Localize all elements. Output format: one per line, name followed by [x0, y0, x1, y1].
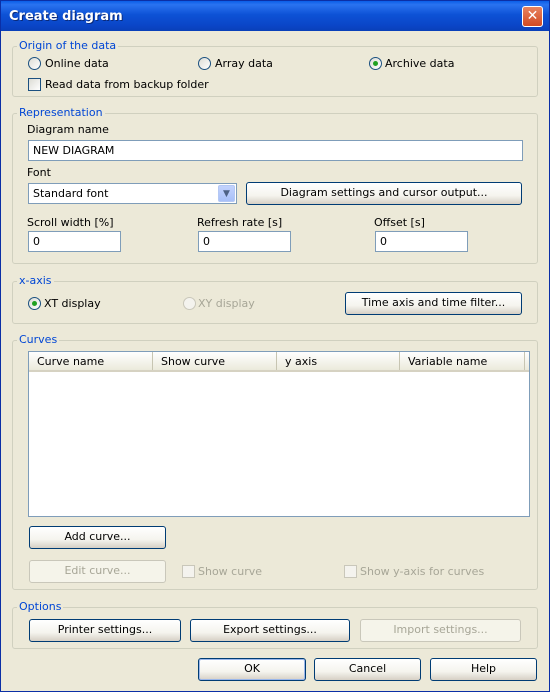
column-header-curve-name[interactable]: Curve name	[29, 352, 153, 370]
xt-display-radio[interactable]	[28, 297, 41, 310]
time-axis-button[interactable]: Time axis and time filter...	[345, 292, 522, 315]
curves-list[interactable]: Curve name Show curve y axis Variable na…	[28, 351, 530, 517]
diagram-name-label: Diagram name	[27, 123, 109, 136]
backup-folder-checkbox[interactable]	[28, 78, 41, 91]
array-data-label[interactable]: Array data	[215, 57, 273, 70]
representation-legend: Representation	[17, 106, 105, 119]
array-data-radio[interactable]	[198, 57, 211, 70]
scroll-width-input[interactable]: 0	[28, 231, 121, 252]
representation-group: Representation Diagram name NEW DIAGRAM …	[12, 106, 538, 264]
online-data-label[interactable]: Online data	[45, 57, 109, 70]
create-diagram-dialog: Create diagram ✕ Origin of the data Onli…	[0, 0, 550, 692]
refresh-rate-label: Refresh rate [s]	[197, 216, 283, 229]
help-button[interactable]: Help	[430, 658, 537, 681]
column-header-y-axis[interactable]: y axis	[277, 352, 400, 370]
origin-legend: Origin of the data	[17, 39, 119, 52]
cancel-button[interactable]: Cancel	[314, 658, 421, 681]
diagram-name-input[interactable]: NEW DIAGRAM	[28, 140, 523, 161]
add-curve-button[interactable]: Add curve...	[29, 526, 166, 549]
printer-settings-button[interactable]: Printer settings...	[29, 619, 181, 642]
xt-display-label[interactable]: XT display	[44, 297, 101, 310]
show-curve-checkbox[interactable]	[182, 565, 195, 578]
xy-display-radio[interactable]	[183, 297, 196, 310]
title-bar[interactable]: Create diagram ✕	[1, 1, 549, 31]
backup-folder-label[interactable]: Read data from backup folder	[45, 78, 209, 91]
online-data-radio[interactable]	[28, 57, 41, 70]
column-header-variable-name[interactable]: Variable name	[400, 352, 525, 370]
archive-data-label[interactable]: Archive data	[385, 57, 454, 70]
curves-group: Curves Curve name Show curve y axis Vari…	[12, 333, 538, 590]
options-group: Options Printer settings... Export setti…	[12, 600, 538, 649]
refresh-rate-input[interactable]: 0	[198, 231, 291, 252]
x-axis-legend: x-axis	[17, 274, 54, 287]
show-y-axis-label[interactable]: Show y-axis for curves	[360, 565, 484, 578]
scroll-width-label: Scroll width [%]	[27, 216, 114, 229]
chevron-down-icon[interactable]: ▼	[218, 185, 235, 202]
origin-group: Origin of the data Online data Array dat…	[12, 39, 538, 97]
export-settings-button[interactable]: Export settings...	[190, 619, 350, 642]
font-select-value: Standard font	[33, 187, 109, 200]
font-label: Font	[27, 166, 51, 179]
edit-curve-button[interactable]: Edit curve...	[29, 560, 166, 583]
close-icon: ✕	[526, 8, 539, 24]
curves-list-header: Curve name Show curve y axis Variable na…	[29, 352, 529, 372]
offset-input[interactable]: 0	[375, 231, 468, 252]
column-header-show-curve[interactable]: Show curve	[153, 352, 277, 370]
xy-display-label[interactable]: XY display	[198, 297, 255, 310]
window-title: Create diagram	[9, 9, 123, 24]
curves-legend: Curves	[17, 333, 60, 346]
offset-label: Offset [s]	[374, 216, 425, 229]
show-y-axis-checkbox[interactable]	[344, 565, 357, 578]
font-select[interactable]: Standard font ▼	[28, 183, 237, 204]
diagram-settings-button[interactable]: Diagram settings and cursor output...	[246, 182, 522, 205]
x-axis-group: x-axis XT display XY display Time axis a…	[12, 274, 538, 324]
archive-data-radio[interactable]	[369, 57, 382, 70]
ok-button[interactable]: OK	[198, 658, 306, 681]
options-legend: Options	[17, 600, 64, 613]
show-curve-label[interactable]: Show curve	[198, 565, 262, 578]
import-settings-button[interactable]: Import settings...	[360, 619, 521, 642]
close-button[interactable]: ✕	[522, 6, 543, 27]
